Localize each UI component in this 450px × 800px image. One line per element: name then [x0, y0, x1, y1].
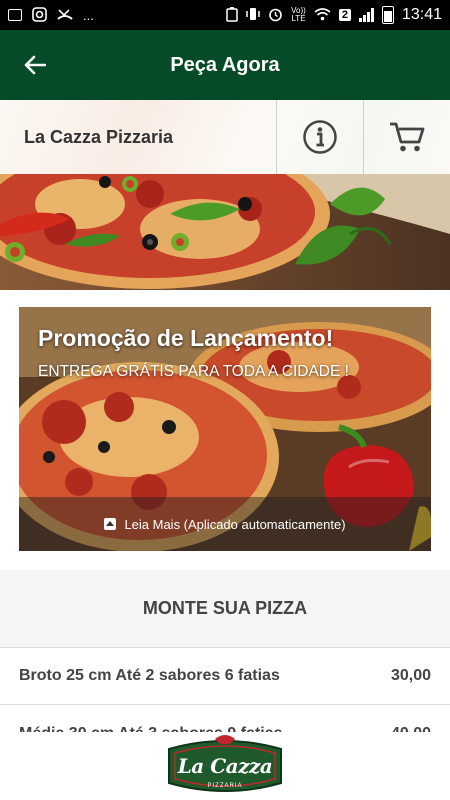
lte-label: LTE — [291, 14, 306, 23]
data-saver-icon — [226, 6, 238, 24]
brand-logo: La Cazza PIZZARIA — [163, 735, 287, 797]
promo-card[interactable]: Promoção de Lançamento! ENTREGA GRÁTIS P… — [19, 307, 431, 551]
arrow-left-icon — [24, 55, 46, 75]
promo-title: Promoção de Lançamento! — [38, 325, 334, 351]
menu-item-label: Broto 25 cm Até 2 sabores 6 fatias — [19, 667, 280, 684]
logo-text: La Cazza — [177, 754, 273, 778]
volte-indicator: Vo)) LTE — [291, 7, 306, 23]
clock: 13:41 — [401, 6, 442, 23]
status-left: ... — [8, 6, 226, 24]
store-name: La Cazza Pizzaria — [24, 126, 174, 147]
logo-subtext: PIZZARIA — [207, 783, 243, 789]
read-more-link[interactable]: Leia Mais (Aplicado automaticamente) — [19, 497, 431, 551]
promo-subtitle: ENTREGA GRÁTIS PARA TODA A CIDADE ! — [38, 363, 349, 380]
expand-up-icon — [104, 518, 117, 530]
cart-icon — [390, 122, 425, 152]
store-header: La Cazza Pizzaria — [0, 100, 450, 174]
more-notifications: ... — [83, 7, 94, 23]
pizza-illustration — [0, 174, 450, 290]
status-bar: ... Vo)) LTE 2 13:41 — [0, 0, 450, 30]
app-bar: Peça Agora — [0, 30, 450, 100]
menu-item-broto[interactable]: Broto 25 cm Até 2 sabores 6 fatias 30,00 — [0, 647, 450, 705]
cart-button[interactable] — [363, 100, 450, 174]
signal-icon — [358, 8, 374, 22]
alarm-icon — [268, 7, 283, 24]
wifi-icon — [314, 7, 331, 23]
info-circle-icon — [303, 120, 337, 154]
instagram-notification-icon — [32, 6, 47, 24]
sim-badge: 2 — [338, 9, 351, 21]
vibrate-icon — [246, 7, 260, 23]
store-info-button[interactable] — [276, 100, 363, 174]
hero-pizza-image — [0, 174, 450, 290]
back-button[interactable] — [0, 30, 70, 100]
section-title-build-pizza: MONTE SUA PIZZA — [0, 570, 450, 647]
read-more-label: Leia Mais (Aplicado automaticamente) — [124, 516, 346, 532]
status-right: Vo)) LTE 2 13:41 — [226, 6, 442, 24]
menu-item-price: 30,00 — [390, 667, 431, 684]
missed-call-icon — [57, 7, 73, 23]
gallery-notification-icon — [8, 9, 22, 21]
battery-icon — [381, 6, 394, 24]
footer: La Cazza PIZZARIA — [0, 732, 450, 800]
